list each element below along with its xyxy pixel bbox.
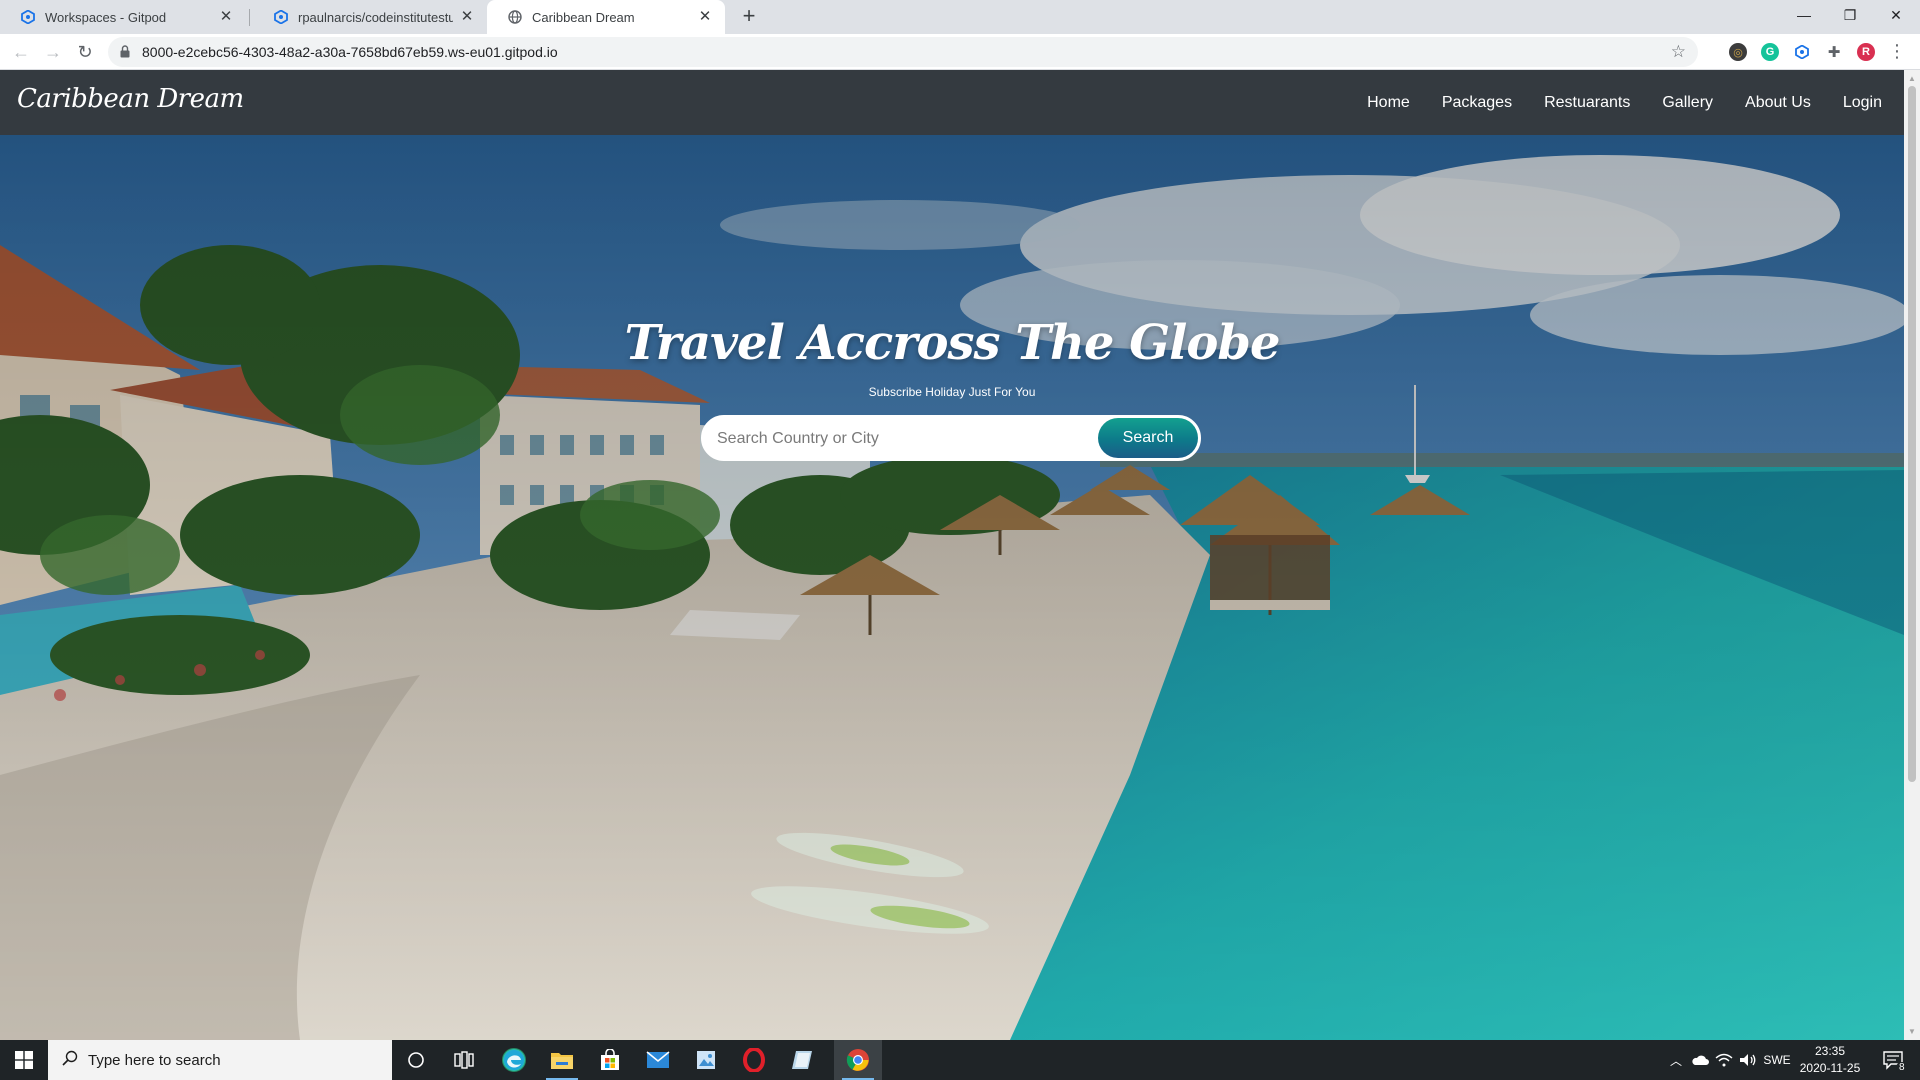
tray-chevron-icon[interactable]: ︿ [1664, 1040, 1688, 1080]
volume-icon[interactable] [1736, 1040, 1760, 1080]
language-indicator[interactable]: SWE [1762, 1040, 1792, 1080]
edge-icon[interactable] [490, 1040, 538, 1080]
url-text: 8000-e2cebc56-4303-48a2-a30a-7658bd67eb5… [142, 44, 558, 60]
site-navbar: Caribbean Dream Home Packages Restuarant… [0, 70, 1904, 135]
browser-tabstrip: Workspaces - Gitpod ✕ rpaulnarcis/codein… [0, 0, 1920, 34]
close-icon[interactable]: ✕ [697, 9, 713, 25]
hero-subtitle: Subscribe Holiday Just For You [868, 385, 1036, 399]
nav-home[interactable]: Home [1367, 94, 1410, 112]
microsoft-store-icon[interactable] [586, 1040, 634, 1080]
action-center-icon[interactable]: 8 [1874, 1040, 1914, 1080]
close-icon[interactable]: ✕ [218, 9, 234, 25]
windows-start-icon[interactable] [0, 1040, 48, 1080]
address-bar[interactable]: 8000-e2cebc56-4303-48a2-a30a-7658bd67eb5… [108, 37, 1698, 67]
tab-caribbean-dream[interactable]: Caribbean Dream ✕ [487, 0, 725, 34]
scrollbar-thumb[interactable] [1908, 86, 1916, 782]
taskbar-search-box[interactable]: Type here to search [48, 1040, 392, 1080]
back-arrow-icon[interactable]: ← [9, 40, 33, 64]
reload-icon[interactable]: ↻ [73, 40, 97, 64]
nav-gallery[interactable]: Gallery [1662, 94, 1713, 112]
gitpod-icon [273, 9, 289, 25]
nav-about-us[interactable]: About Us [1745, 94, 1811, 112]
chrome-icon[interactable] [834, 1040, 882, 1080]
tab-title: Workspaces - Gitpod [45, 9, 167, 25]
profile-avatar[interactable]: R [1857, 43, 1875, 61]
windows-taskbar: Type here to search ︿ SWE 23:35 2020-11-… [0, 1040, 1920, 1080]
restore-icon[interactable]: ❐ [1827, 0, 1873, 30]
nav-packages[interactable]: Packages [1442, 94, 1512, 112]
onedrive-icon[interactable] [1688, 1040, 1712, 1080]
brand-logo[interactable]: Caribbean Dream [17, 84, 244, 114]
gitpod-extension-icon[interactable] [1793, 43, 1811, 61]
forward-arrow-icon[interactable]: → [41, 40, 65, 64]
close-window-icon[interactable]: ✕ [1873, 0, 1919, 30]
tab-github[interactable]: rpaulnarcis/codeinstitutestudent ✕ [253, 0, 487, 34]
wifi-icon[interactable] [1712, 1040, 1736, 1080]
clock-time: 23:35 [1814, 1044, 1846, 1058]
scroll-down-icon[interactable]: ▼ [1908, 1027, 1916, 1036]
search-icon [62, 1050, 78, 1071]
nav-restaurants[interactable]: Restuarants [1544, 94, 1630, 112]
hero-search-box: Search [701, 415, 1201, 461]
tab-title: rpaulnarcis/codeinstitutestudent [298, 9, 453, 25]
gitpod-icon [20, 9, 36, 25]
notes-app-icon[interactable] [778, 1040, 826, 1080]
photos-icon[interactable] [682, 1040, 730, 1080]
file-explorer-icon[interactable] [538, 1040, 586, 1080]
minimize-icon[interactable]: — [1781, 0, 1827, 30]
bookmark-star-icon[interactable]: ☆ [1671, 42, 1686, 62]
page-viewport: Caribbean Dream Home Packages Restuarant… [0, 70, 1904, 1040]
cortana-icon[interactable] [392, 1040, 440, 1080]
taskbar-clock[interactable]: 23:35 2020-11-25 [1790, 1043, 1870, 1077]
taskbar-search-placeholder: Type here to search [88, 1051, 221, 1069]
new-tab-button[interactable]: + [737, 5, 761, 29]
tab-separator [249, 9, 250, 26]
beach-resort-photo [0, 135, 1904, 1040]
page-scrollbar[interactable]: ▲ ▼ [1904, 70, 1920, 1040]
hero-title: Travel Accross The Globe [624, 315, 1281, 371]
task-view-icon[interactable] [440, 1040, 488, 1080]
clock-date: 2020-11-25 [1799, 1061, 1861, 1075]
puzzle-icon[interactable]: ✚ [1825, 43, 1843, 61]
globe-icon [507, 9, 523, 25]
tab-workspaces[interactable]: Workspaces - Gitpod ✕ [0, 0, 246, 34]
search-button[interactable]: Search [1098, 418, 1198, 458]
opera-icon[interactable] [730, 1040, 778, 1080]
notification-count-badge: 8 [1896, 1062, 1908, 1073]
menu-kebab-icon[interactable]: ⋮ [1888, 41, 1906, 61]
mail-icon[interactable] [634, 1040, 682, 1080]
nav-login[interactable]: Login [1843, 94, 1882, 112]
close-icon[interactable]: ✕ [459, 9, 475, 25]
browser-toolbar: ← → ↻ 8000-e2cebc56-4303-48a2-a30a-7658b… [0, 34, 1920, 70]
hero-section: Travel Accross The Globe Subscribe Holid… [0, 135, 1904, 1040]
search-input[interactable] [717, 427, 1087, 451]
lock-icon [120, 45, 130, 63]
scroll-up-icon[interactable]: ▲ [1908, 74, 1916, 83]
nav-links: Home Packages Restuarants Gallery About … [1335, 70, 1882, 135]
extension-icon[interactable]: ◎ [1729, 43, 1747, 61]
tab-title: Caribbean Dream [532, 9, 635, 25]
grammarly-icon[interactable]: G [1761, 43, 1779, 61]
